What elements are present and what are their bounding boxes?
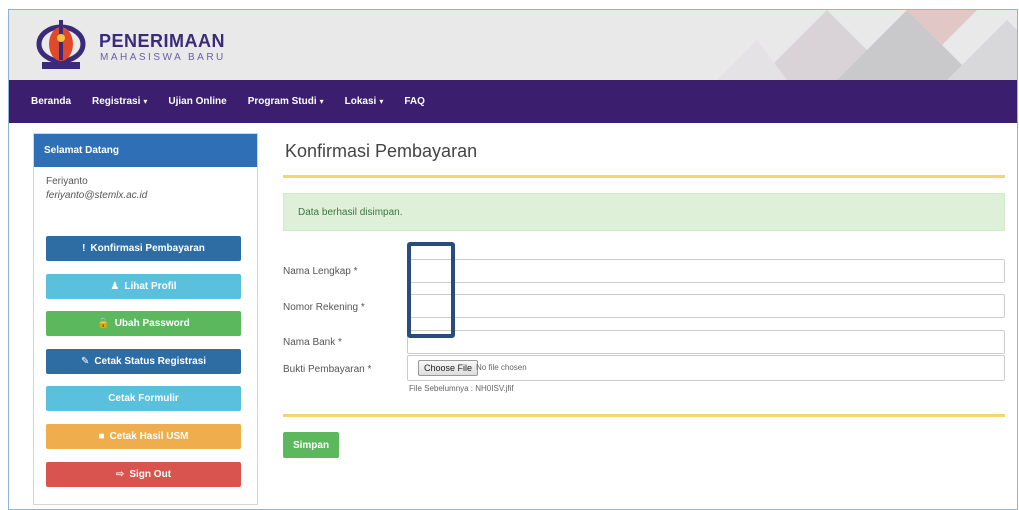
input-nama-lengkap[interactable] — [407, 259, 1005, 283]
label-bukti-pembayaran: Bukti Pembayaran * — [283, 364, 372, 375]
sidebar-button-label: Cetak Status Registrasi — [94, 356, 207, 367]
previous-file-note: File Sebelumnya : NH0ISV.jfif — [409, 384, 514, 393]
annotation-highlight-box — [407, 242, 455, 338]
nav-item-label: Registrasi — [92, 96, 141, 107]
sidebar-button-konfirmasi-pembayaran[interactable]: ! Konfirmasi Pembayaran — [46, 236, 241, 261]
caret-down-icon: ▾ — [319, 97, 324, 106]
info-icon: ! — [82, 243, 86, 254]
save-button[interactable]: Simpan — [283, 432, 339, 458]
file-icon: ■ — [98, 431, 105, 442]
nav-item-program-studi[interactable]: Program Studi ▾ — [248, 96, 324, 107]
nav-item-lokasi[interactable]: Lokasi ▾ — [345, 96, 384, 107]
user-name: Feriyanto — [46, 176, 88, 187]
user-email: feriyanto@stemlx.ac.id — [46, 190, 148, 201]
sidebar-button-label: Ubah Password — [114, 318, 190, 329]
sidebar-heading: Selamat Datang — [34, 134, 257, 167]
nav-item-label: Ujian Online — [168, 96, 227, 107]
input-nomor-rekening[interactable] — [407, 294, 1005, 318]
sidebar-button-ubah-password[interactable]: 🔒 Ubah Password — [46, 311, 241, 336]
nav-item-beranda[interactable]: Beranda — [31, 96, 71, 107]
lock-icon: 🔒 — [97, 318, 110, 329]
sidebar-button-cetak-hasil-usm[interactable]: ■ Cetak Hasil USM — [46, 424, 241, 449]
nav-item-label: Lokasi — [344, 96, 377, 107]
main-navbar: Beranda Registrasi ▾ Ujian Online Program St… — [9, 80, 1017, 123]
user-icon: ♟ — [110, 281, 120, 292]
nav-item-registrasi[interactable]: Registrasi ▾ — [92, 96, 147, 107]
file-input-bukti-pembayaran[interactable]: Choose File No file chosen — [407, 355, 1005, 381]
input-nama-bank[interactable] — [407, 330, 1005, 354]
nav-item-label: Program Studi — [247, 96, 317, 107]
site-header: PENERIMAAN MAHASISWA BARU — [9, 10, 1017, 80]
choose-file-button[interactable]: Choose File — [418, 360, 479, 376]
sidebar-panel: Selamat Datang Feriyanto feriyanto@steml… — [33, 133, 258, 505]
sidebar-button-label: Cetak Formulir — [108, 393, 179, 404]
nav-item-label: FAQ — [404, 96, 425, 107]
university-logo — [36, 20, 86, 69]
brand-title: PENERIMAAN — [99, 31, 226, 51]
nav-item-label: Beranda — [31, 96, 72, 107]
page-frame: PENERIMAAN MAHASISWA BARU Beranda Registr… — [8, 9, 1018, 510]
sidebar-button-label: Cetak Hasil USM — [109, 431, 189, 442]
label-nomor-rekening: Nomor Rekening * — [283, 302, 365, 313]
sidebar-button-cetak-formulir[interactable]: Cetak Formulir — [46, 386, 241, 411]
sidebar-button-cetak-status-registrasi[interactable]: ✎ Cetak Status Registrasi — [46, 349, 241, 374]
label-nama-bank: Nama Bank * — [283, 337, 342, 348]
sidebar-button-lihat-profil[interactable]: ♟ Lihat Profil — [46, 274, 241, 299]
sign-out-icon: ⇨ — [115, 469, 125, 480]
form-divider — [283, 414, 1005, 417]
edit-icon: ✎ — [80, 356, 90, 367]
page-title: Konfirmasi Pembayaran — [285, 141, 478, 161]
title-divider — [283, 175, 1005, 178]
file-status: No file chosen — [476, 363, 527, 372]
sidebar-button-label: Lihat Profil — [124, 281, 177, 292]
caret-down-icon: ▾ — [379, 97, 384, 106]
nav-item-faq[interactable]: FAQ — [404, 96, 425, 107]
sidebar-button-label: Sign Out — [129, 469, 172, 480]
nav-item-ujian-online[interactable]: Ujian Online — [168, 96, 226, 107]
label-nama-lengkap: Nama Lengkap * — [283, 266, 358, 277]
sidebar-button-label: Konfirmasi Pembayaran — [90, 243, 205, 254]
sidebar-button-sign-out[interactable]: ⇨ Sign Out — [46, 462, 241, 487]
success-alert: Data berhasil disimpan. — [283, 193, 1005, 231]
header-decoration — [717, 10, 1017, 80]
brand-subtitle: MAHASISWA BARU — [100, 52, 226, 63]
caret-down-icon: ▾ — [143, 97, 148, 106]
